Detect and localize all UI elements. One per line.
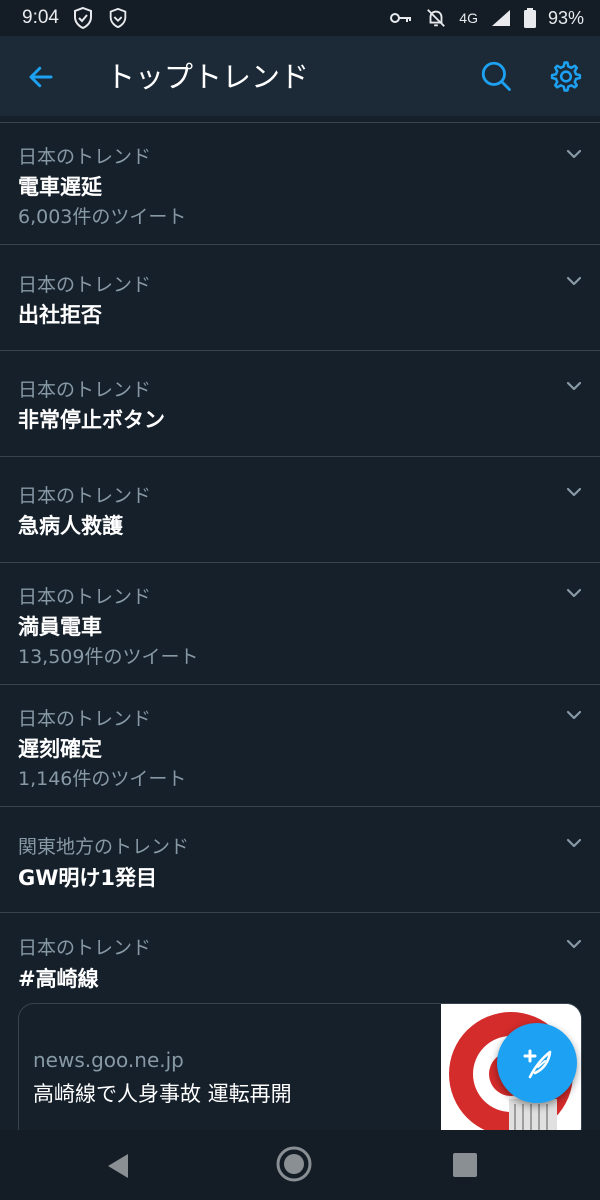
- trend-name: GW明け1発目: [18, 866, 158, 890]
- trend-name: 出社拒否: [18, 303, 102, 327]
- trend-item[interactable]: 日本のトレンド 満員電車 13,509件のツイート: [0, 563, 600, 685]
- search-button[interactable]: [476, 56, 516, 96]
- nav-recents-icon[interactable]: [450, 1150, 480, 1180]
- gear-icon: [550, 61, 582, 92]
- trend-item[interactable]: 日本のトレンド 電車遅延 6,003件のツイート: [0, 122, 600, 245]
- chevron-down-icon[interactable]: [564, 934, 584, 954]
- chevron-down-icon[interactable]: [564, 833, 584, 853]
- trend-tweet-count: 1,146件のツイート: [18, 768, 187, 790]
- page-title: トップトレンド: [106, 60, 310, 94]
- battery-level: 93%: [547, 7, 584, 28]
- battery-icon: [523, 8, 536, 28]
- trend-context: 日本のトレンド: [18, 274, 152, 296]
- trend-name: 満員電車: [18, 615, 102, 639]
- signal-icon: [490, 8, 512, 28]
- trend-item[interactable]: 日本のトレンド 出社拒否: [0, 245, 600, 351]
- trend-context: 関東地方のトレンド: [18, 836, 190, 858]
- trend-context: 日本のトレンド: [18, 146, 152, 168]
- status-bar-left: 9:04: [22, 6, 129, 30]
- status-bar: 9:04 4G 93%: [0, 0, 600, 36]
- trend-item[interactable]: 日本のトレンド 遅刻確定 1,146件のツイート: [0, 685, 600, 807]
- trend-context: 日本のトレンド: [18, 937, 152, 959]
- chevron-down-icon[interactable]: [564, 583, 584, 603]
- chevron-down-icon[interactable]: [564, 705, 584, 725]
- trend-name: #高崎線: [18, 967, 99, 991]
- trend-item[interactable]: 日本のトレンド 非常停止ボタン: [0, 351, 600, 457]
- chevron-down-icon[interactable]: [564, 271, 584, 291]
- compose-feather-icon: [523, 1049, 552, 1079]
- trend-list: 日本のトレンド 電車遅延 6,003件のツイート 日本のトレンド 出社拒否 日本…: [0, 122, 600, 1153]
- trend-item[interactable]: 日本のトレンド 急病人救護: [0, 457, 600, 563]
- compose-tweet-button[interactable]: [497, 1023, 577, 1103]
- system-nav-bar: [0, 1130, 600, 1200]
- back-button[interactable]: [22, 58, 60, 96]
- trend-context: 日本のトレンド: [18, 485, 152, 507]
- status-bar-right: 4G 93%: [389, 7, 584, 29]
- news-domain: news.goo.ne.jp: [33, 1048, 184, 1072]
- shield-icon: [107, 7, 129, 29]
- trend-item[interactable]: 関東地方のトレンド GW明け1発目: [0, 807, 600, 913]
- trend-name: 電車遅延: [18, 175, 102, 199]
- trend-name: 非常停止ボタン: [18, 408, 165, 432]
- nav-home-icon[interactable]: [274, 1144, 314, 1184]
- settings-button[interactable]: [546, 56, 586, 96]
- clock: 9:04: [22, 7, 59, 28]
- trend-context: 日本のトレンド: [18, 586, 152, 608]
- trend-tweet-count: 13,509件のツイート: [18, 646, 199, 668]
- network-type: 4G: [459, 10, 478, 26]
- chevron-down-icon[interactable]: [564, 376, 584, 396]
- nav-back-icon[interactable]: [100, 1148, 136, 1184]
- chevron-down-icon[interactable]: [564, 144, 584, 164]
- app-bar: トップトレンド: [0, 36, 600, 116]
- search-icon: [481, 61, 511, 91]
- trend-context: 日本のトレンド: [18, 379, 152, 401]
- trend-name: 遅刻確定: [18, 737, 102, 761]
- chevron-down-icon[interactable]: [564, 482, 584, 502]
- news-headline: 高崎線で人身事故 運転再開: [33, 1082, 292, 1106]
- shield-check-icon: [71, 6, 95, 30]
- trend-context: 日本のトレンド: [18, 708, 152, 730]
- bell-off-icon: [425, 7, 447, 29]
- trend-tweet-count: 6,003件のツイート: [18, 206, 187, 228]
- back-arrow-icon: [29, 66, 53, 88]
- key-icon: [389, 10, 413, 26]
- trend-name: 急病人救護: [18, 514, 123, 538]
